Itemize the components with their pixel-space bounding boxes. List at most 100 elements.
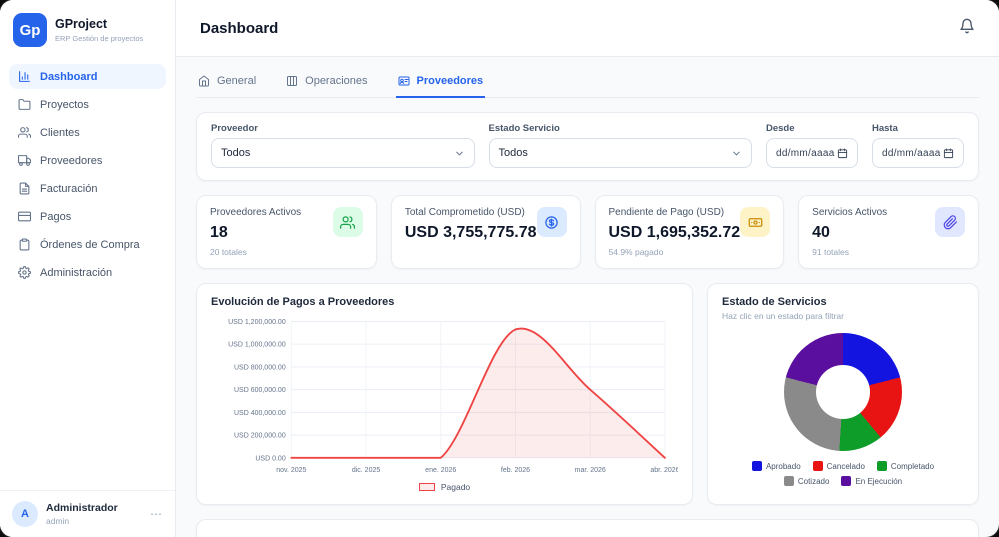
svg-text:feb. 2026: feb. 2026 [501,467,530,474]
chart-subtitle: Haz clic en un estado para filtrar [722,311,844,321]
legend-label: Pagado [440,482,471,493]
stat-card-pendiente-de-pago: Pendiente de Pago (USD) USD 1,695,352.72… [594,195,785,269]
sidebar-item-dashboard[interactable]: Dashboard [9,64,166,89]
stat-card-proveedores-activos: Proveedores Activos 18 20 totales [196,195,377,269]
svg-text:mar. 2026: mar. 2026 [575,467,606,474]
sidebar-item-label: Dashboard [40,70,98,83]
filter-hasta: Hasta dd/mm/aaaa [872,123,964,168]
folder-icon [18,98,31,111]
tab-bar: General Operaciones Proveedores [196,69,979,98]
bell-icon[interactable] [959,18,975,39]
tab-label: Operaciones [305,75,368,87]
home-icon [198,75,210,87]
user-role: admin [46,515,70,526]
stat-value: USD 3,755,775.78 [404,224,537,241]
page-title: Dashboard [200,19,279,37]
donut-legend-item[interactable]: Completado [876,461,934,471]
hasta-date-input[interactable]: dd/mm/aaaa [872,138,964,168]
legend-color-box [783,476,794,486]
stat-sub: 20 totales [210,247,247,257]
legend-swatch [418,483,435,492]
donut-legend-item[interactable]: Cancelado [812,461,865,471]
stat-value: 18 [210,224,228,241]
tab-proveedores[interactable]: Proveedores [395,69,486,98]
stat-sub: 91 totales [812,247,850,257]
id-card-icon [398,75,410,87]
dollar-circle-icon [536,207,567,237]
line-chart-legend[interactable]: Pagado [211,482,678,492]
filter-label: Proveedor [211,123,258,134]
content: General Operaciones Proveedores Proveedo… [176,57,999,537]
calendar-icon[interactable] [943,148,954,159]
filter-desde: Desde dd/mm/aaaa [766,123,858,168]
app-logo-icon: Gp [13,13,47,47]
legend-color-box [751,461,762,471]
filter-estado-servicio: Estado Servicio Todos [488,123,752,168]
chart-title: Estado de Servicios [722,296,827,308]
paperclip-icon [935,207,965,237]
svg-text:USD 800,000.00: USD 800,000.00 [234,364,286,371]
payments-chart-card: Evolución de Pagos a Proveedores USD 0.0… [196,283,694,506]
svg-text:USD 1,200,000.00: USD 1,200,000.00 [228,319,286,326]
select-value: Todos [221,147,251,159]
file-text-icon [18,182,31,195]
sidebar-item-clientes[interactable]: Clientes [9,120,166,145]
donut-legend-item[interactable]: Aprobado [751,461,801,471]
sidebar-item-label: Administración [40,266,113,279]
sidebar-item-label: Pagos [40,210,72,223]
svg-text:USD 400,000.00: USD 400,000.00 [234,410,286,417]
desde-date-input[interactable]: dd/mm/aaaa [766,138,858,168]
date-placeholder: dd/mm/aaaa [882,147,941,159]
users-icon [332,207,363,237]
sidebar-menu: Dashboard Proyectos Clientes Proveedores… [0,58,175,490]
app-subtitle: ERP Gestión de proyectos [55,34,144,43]
chevron-down-icon[interactable] [731,148,742,159]
truck-icon [18,154,31,167]
services-donut-chart[interactable] [784,333,902,451]
filters-card: Proveedor Todos Estado Servicio Todos De… [196,112,979,181]
tab-operaciones[interactable]: Operaciones [284,69,369,98]
donut-legend: Aprobado Cancelado Completado Cotizado En Ej… [722,461,964,486]
user-panel: A Administrador admin ⋯ [0,490,175,537]
brand: Gp GProject ERP Gestión de proyectos [0,0,175,58]
sidebar-item-proveedores[interactable]: Proveedores [9,148,166,173]
svg-text:USD 0.00: USD 0.00 [255,455,285,462]
stat-label: Proveedores Activos [210,207,302,218]
bar-chart-icon [18,70,31,83]
stats-row: Proveedores Activos 18 20 totales Total … [196,195,979,269]
legend-color-box [876,461,887,471]
svg-text:dic. 2025: dic. 2025 [352,467,381,474]
legend-color-box [841,476,852,486]
user-name: Administrador [46,502,118,515]
charts-row: Evolución de Pagos a Proveedores USD 0.0… [196,283,979,506]
top-bar: Dashboard [176,0,999,57]
select-value: Todos [498,147,528,159]
sidebar-item-ordenes-de-compra[interactable]: Órdenes de Compra [9,232,166,257]
estado-servicio-select[interactable]: Todos [488,138,752,168]
sidebar-item-facturacion[interactable]: Facturación [9,176,166,201]
users-icon [18,126,31,139]
svg-text:nov. 2025: nov. 2025 [276,467,306,474]
tab-general[interactable]: General [196,69,258,98]
sidebar-item-proyectos[interactable]: Proyectos [9,92,166,117]
credit-card-icon [18,210,31,223]
user-menu-button[interactable]: ⋯ [150,507,163,521]
partial-card [196,519,979,537]
donut-legend-item[interactable]: Cotizado [783,476,829,486]
sidebar-item-label: Proveedores [40,154,103,167]
donut-legend-item[interactable]: En Ejecución [841,476,902,486]
services-status-card: Estado de Servicios Haz clic en un estad… [707,283,979,506]
stat-label: Pendiente de Pago (USD) [608,207,725,218]
sidebar-item-administracion[interactable]: Administración [9,260,166,285]
sidebar: Gp GProject ERP Gestión de proyectos Das… [0,0,176,537]
stat-card-servicios-activos: Servicios Activos 40 91 totales [798,195,979,269]
clipboard-icon [18,238,31,251]
sidebar-item-label: Proyectos [40,98,89,111]
stat-sub: 54.9% pagado [608,247,664,257]
calendar-icon[interactable] [837,148,848,159]
chevron-down-icon[interactable] [454,148,465,159]
proveedor-select[interactable]: Todos [211,138,475,168]
app-window: Gp GProject ERP Gestión de proyectos Das… [0,0,999,537]
date-placeholder: dd/mm/aaaa [776,147,835,159]
sidebar-item-pagos[interactable]: Pagos [9,204,166,229]
